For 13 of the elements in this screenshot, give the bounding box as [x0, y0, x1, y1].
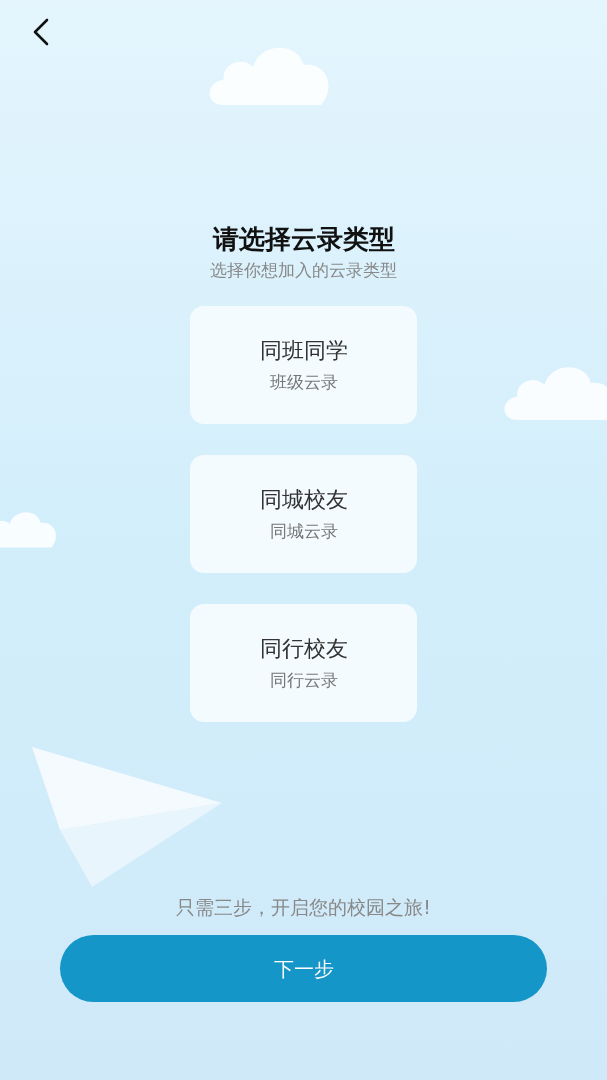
option-title: 同行校友	[259, 635, 348, 663]
option-subtitle: 班级云录	[269, 371, 338, 394]
option-card[interactable]: 同行校友 同行云录	[190, 604, 417, 722]
page-subtitle: 选择你想加入的云录类型	[210, 259, 397, 282]
option-subtitle: 同行云录	[269, 669, 338, 692]
option-card[interactable]: 同城校友 同城云录	[190, 455, 417, 573]
page-title: 请选择云录类型	[212, 223, 395, 256]
option-card[interactable]: 同班同学 班级云录	[190, 306, 417, 424]
option-subtitle: 同城云录	[269, 520, 338, 543]
hint-text: 只需三步，开启您的校园之旅!	[176, 895, 431, 920]
option-title: 同城校友	[259, 486, 348, 514]
option-title: 同班同学	[259, 337, 348, 365]
back-icon	[32, 17, 50, 47]
